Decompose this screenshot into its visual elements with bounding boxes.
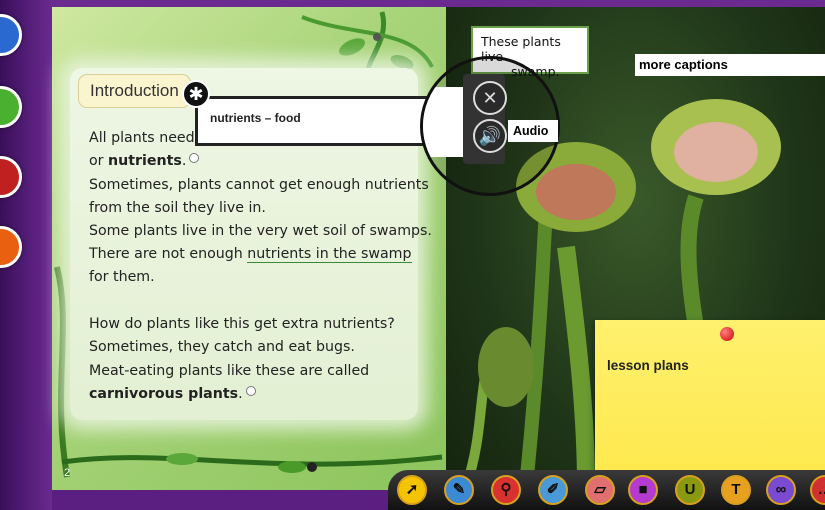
top-frame (52, 0, 825, 7)
text-line-6: There are not enough nutrients in the sw… (89, 246, 412, 263)
highlighter-icon[interactable]: ✐ (538, 475, 568, 505)
bottom-frame (52, 490, 392, 510)
more-captions-label[interactable]: more captions (635, 54, 825, 76)
text-line-2-part: or (89, 153, 104, 169)
underlined-phrase[interactable]: nutrients in the swamp (247, 246, 412, 263)
glossary-term-nutrients[interactable]: nutrients (108, 153, 182, 169)
sticky-note-text: lesson plans (607, 358, 689, 373)
more-icon[interactable]: … (810, 475, 825, 505)
pointer-icon[interactable]: ➚ (397, 475, 427, 505)
glossary-pin-icon[interactable]: ✱ (182, 80, 210, 108)
text-line-10: Meat-eating plants like these are called (89, 363, 370, 379)
text-line-1: All plants need (89, 130, 195, 146)
glossary-popup: nutrients – food (195, 96, 431, 146)
text-line-3: Sometimes, plants cannot get enough nutr… (89, 177, 429, 193)
glossary-dot-icon[interactable] (189, 153, 200, 163)
page-number: 2 (64, 467, 71, 479)
magnified-popup-edge (423, 87, 463, 157)
text-line-7: for them. (89, 269, 155, 285)
pushpin-icon (720, 327, 734, 341)
text-line-9: Sometimes, they catch and eat bugs. (89, 339, 355, 355)
sticky-note[interactable]: lesson plans (595, 320, 825, 490)
text-line-11: carnivorous plants. (89, 386, 256, 402)
glossary-dot-icon[interactable] (245, 386, 256, 396)
link-icon[interactable]: ∞ (766, 475, 796, 505)
glossary-text: nutrients – food (210, 111, 301, 125)
section-heading: Introduction (78, 74, 191, 108)
eraser-icon[interactable]: ▱ (585, 475, 615, 505)
zoom-icon[interactable]: ⚲ (491, 475, 521, 505)
text-line-8: How do plants like this get extra nutrie… (89, 316, 395, 332)
text-line-2: or nutrients. (89, 153, 200, 169)
tool-toolbar: ➚ ✎ ⚲ ✐ ▱ ■ U T ∞ … (388, 470, 825, 510)
text-line-5: Some plants live in the very wet soil of… (89, 223, 432, 239)
underline-icon[interactable]: U (675, 475, 705, 505)
speaker-icon[interactable]: 🔊 (473, 119, 507, 153)
text-line-4: from the soil they live in. (89, 200, 266, 216)
text-icon[interactable]: T (721, 475, 751, 505)
text-line-1-part: All plants need (89, 130, 195, 146)
close-icon[interactable]: ✕ (473, 81, 507, 115)
glossary-term-carnivorous[interactable]: carnivorous plants (89, 386, 238, 402)
audio-label[interactable]: Audio (508, 120, 558, 142)
pen-icon[interactable]: ✎ (444, 475, 474, 505)
sticky-note-icon[interactable]: ■ (628, 475, 658, 505)
text-line-6-part: There are not enough (89, 246, 243, 262)
